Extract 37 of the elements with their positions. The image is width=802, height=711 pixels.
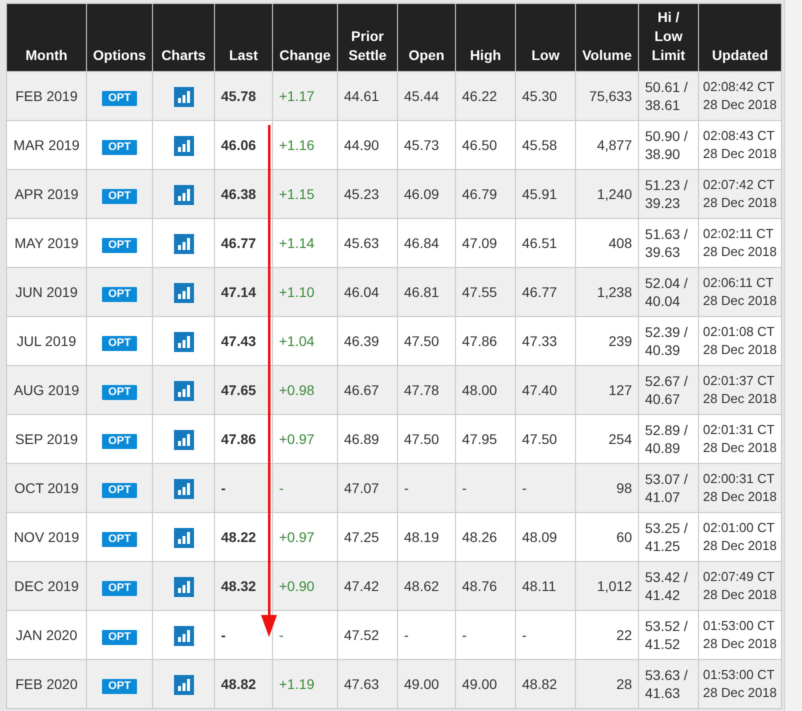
options-badge[interactable]: OPT xyxy=(102,238,137,252)
column-header: Month xyxy=(6,4,86,72)
bar-chart-icon[interactable] xyxy=(174,626,194,646)
change-cell: +1.19 xyxy=(272,660,338,708)
last-price-cell: 48.82 xyxy=(214,660,272,708)
bar-chart-icon[interactable] xyxy=(174,234,194,254)
bar-chart-icon[interactable] xyxy=(174,282,194,303)
options-badge[interactable]: OPT xyxy=(102,140,137,154)
month-cell: FEB 2020 xyxy=(6,660,86,708)
options-badge[interactable]: OPT xyxy=(102,532,137,546)
options-badge[interactable]: OPT xyxy=(102,90,137,106)
options-badge[interactable]: OPT xyxy=(102,630,137,644)
limit-cell: 53.63 / 41.63 xyxy=(638,660,698,708)
updated-cell: 01:53:00 CT 28 Dec 2018 xyxy=(698,660,782,708)
bar-chart-icon[interactable] xyxy=(174,528,194,548)
bar-chart-icon[interactable] xyxy=(174,86,194,107)
volume-cell: 28 xyxy=(576,660,638,708)
bar-chart-icon[interactable] xyxy=(174,136,194,156)
options-badge[interactable]: OPT xyxy=(102,384,137,400)
bar-chart-icon[interactable] xyxy=(174,184,194,205)
options-badge[interactable]: OPT xyxy=(102,678,137,694)
options-badge[interactable]: OPT xyxy=(102,286,137,302)
open-cell: 49.00 xyxy=(398,660,456,708)
options-badge[interactable]: OPT xyxy=(102,188,137,204)
options-badge[interactable]: OPT xyxy=(102,336,137,350)
bar-chart-icon[interactable] xyxy=(174,430,194,450)
low-cell: 48.82 xyxy=(516,660,576,708)
options-badge[interactable]: OPT xyxy=(102,580,137,596)
high-cell: 49.00 xyxy=(456,660,516,708)
bar-chart-icon[interactable] xyxy=(174,674,194,695)
bar-chart-icon[interactable] xyxy=(174,478,194,499)
prior-settle-cell: 47.63 xyxy=(338,660,398,708)
bar-chart-icon[interactable] xyxy=(174,332,194,352)
options-badge[interactable]: OPT xyxy=(102,482,137,498)
options-badge[interactable]: OPT xyxy=(102,434,137,448)
bar-chart-icon[interactable] xyxy=(174,380,194,401)
bar-chart-icon[interactable] xyxy=(174,576,194,597)
